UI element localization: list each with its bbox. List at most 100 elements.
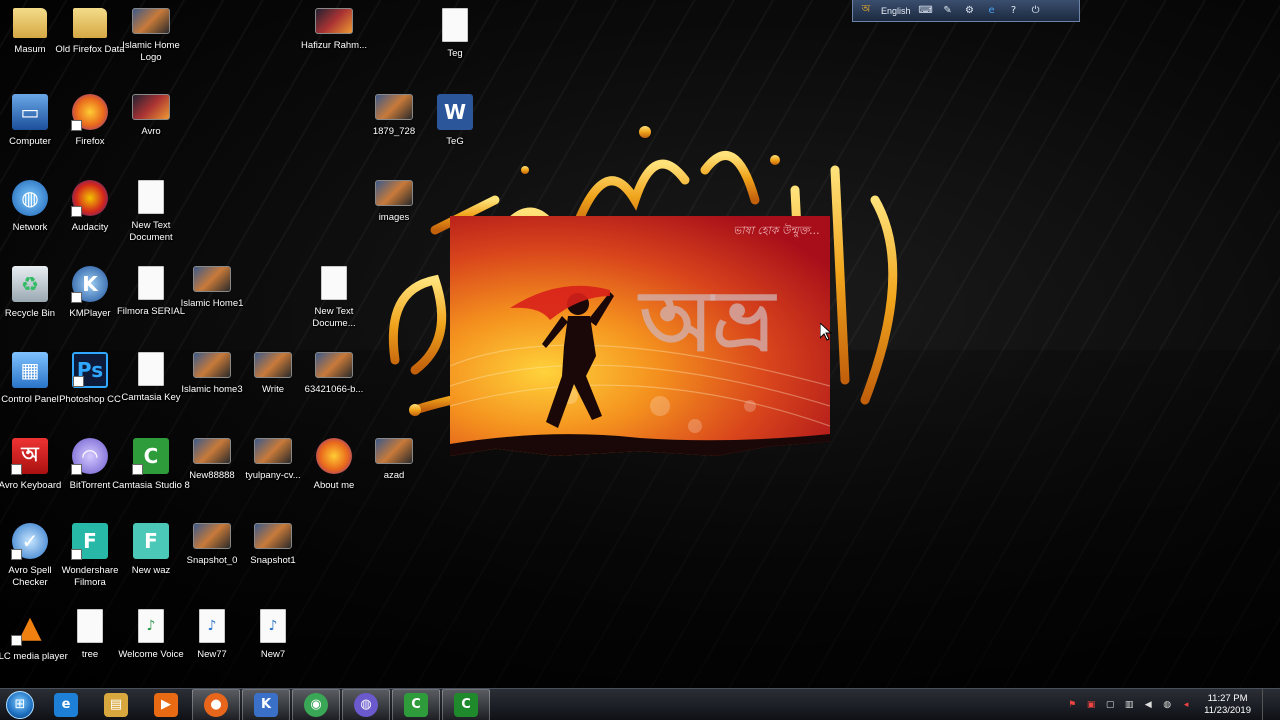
start-button[interactable]: ⊞ [0,689,40,720]
settings-icon[interactable]: ⚙ [963,4,977,18]
internet-explorer-icon[interactable]: e [985,4,999,18]
mouse-cursor [820,323,832,341]
desktop-icon-label: TeG [446,136,464,147]
desktop-icon-label: Islamic Home1 [180,298,244,309]
taskbar-firefox-button[interactable]: ● [192,688,240,720]
video-icon [132,94,170,120]
image-icon [193,523,231,549]
desktop-icon-label: Hafizur Rahm... [301,40,367,51]
desktop-icon[interactable]: Islamic Home Logo [114,4,188,88]
desktop-icon[interactable]: azad [357,434,431,518]
desktop-icon[interactable]: New Text Docume... [297,262,371,346]
bittorrent-icon: ◍ [354,692,378,717]
desktop-icon-label: Snapshot1 [250,555,296,566]
text-file-icon [321,266,347,300]
language-label[interactable]: English [881,6,911,16]
desktop-icon[interactable]: Snapshot1 [236,519,310,603]
taskbar-pinned-apps: e ▤ ▶ ● K ◉ ◍ C C [40,688,490,720]
clock-time: 11:27 PM [1207,693,1248,704]
filmora-doc-icon: F [133,523,169,559]
desktop-icon-label: Avro [141,126,161,137]
firefox-icon: ● [204,692,228,717]
avro-language-icon[interactable]: অ [859,4,873,18]
taskbar-bittorrent-button[interactable]: ◍ [342,688,390,720]
taskbar-camtasia-studio-button[interactable]: C [392,688,440,720]
image-icon [193,352,231,378]
taskbar-camtasia-recorder-button[interactable]: C [442,688,490,720]
media-player-icon: ▶ [154,692,178,717]
desktop-icon-label: Islamic Home Logo [122,40,180,63]
desktop-icon[interactable]: ♪ New7 [236,605,310,688]
globe-icon[interactable]: ◍ [1160,698,1174,712]
camtasia-icon: C [132,438,169,475]
text-file-icon [138,352,164,386]
image-icon [375,180,413,206]
image-icon [254,352,292,378]
desktop-icon[interactable]: images [357,176,431,260]
recycle-bin-icon: ♻ [12,266,48,302]
desktop-icon[interactable]: W TeG [418,90,492,174]
computer-icon: ▭ [12,94,48,130]
tray-window-icon[interactable]: ▢ [1103,698,1117,712]
avro-tray-icon[interactable]: ◂ [1179,698,1193,712]
avro-keyboard-icon: অ [11,438,48,475]
image-icon [375,94,413,120]
language-bar[interactable]: অ English ⌨ ✎ ⚙ e ? ⏻ [852,0,1080,22]
text-file-icon [77,609,103,643]
control-panel-icon: ▦ [12,352,48,388]
video-icon [315,8,353,34]
desktop-icon-label: New Text Document [129,220,173,243]
spellcheck-icon: ✓ [11,523,48,560]
desktop-icon[interactable]: New Text Document [114,176,188,260]
desktop: ভাষা হোক উন্মুক্ত... অভ্র Masum Old Firef… [0,0,1280,688]
desktop-icon-label: Teg [447,48,463,59]
camtasia-studio-icon: C [404,692,428,717]
filmora-icon: F [71,523,108,560]
tray-app-icon[interactable]: ▣ [1084,698,1098,712]
internet-explorer-icon: e [54,692,78,717]
taskbar-internet-explorer-button[interactable]: e [42,689,90,720]
vlc-icon: ▲ [11,609,48,646]
image-icon [254,438,292,464]
desktop-icon[interactable]: Islamic Home1 [175,262,249,346]
wav-file-icon: ♪ [199,609,225,643]
image-icon [193,266,231,292]
windows-logo-icon: ⊞ [6,690,34,719]
network-tray-icon[interactable]: ▥ [1122,698,1136,712]
folder-icon [73,8,107,38]
splash-tagline: ভাষা হোক উন্মুক্ত... [733,224,820,237]
avro-logo-text: অভ্র [640,272,775,370]
camtasia-recorder-icon: C [454,692,478,717]
text-file-icon [138,266,164,300]
power-icon[interactable]: ⏻ [1029,4,1043,18]
folder-icon [13,8,47,38]
clock-date: 11/23/2019 [1204,705,1251,716]
text-file-icon [442,8,468,42]
desktop-icon-label: New7 [260,649,286,660]
flag-icon[interactable]: ⚑ [1065,698,1079,712]
firefox-icon [71,94,108,131]
help-icon[interactable]: ? [1007,4,1021,18]
taskbar-media-player-button[interactable]: ▶ [142,689,190,720]
taskbar-file-explorer-button[interactable]: ▤ [92,689,140,720]
desktop-icon-label: New Text Docume... [312,306,356,329]
keyboard-icon[interactable]: ⌨ [918,4,932,18]
taskbar-chrome-button[interactable]: ◉ [292,688,340,720]
avro-splash-screen: ভাষা হোক উন্মুক্ত... অভ্র [450,216,830,456]
show-desktop-button[interactable] [1262,689,1272,720]
desktop-icon[interactable]: Avro [114,90,188,174]
system-tray: ⚑ ▣ ▢ ▥ ◀ ◍ ◂ 11:27 PM 11/23/2019 [1065,689,1280,720]
volume-icon[interactable]: ◀ [1141,698,1155,712]
desktop-icon[interactable]: Teg [418,4,492,88]
taskbar-kmplayer-button[interactable]: K [242,688,290,720]
bittorrent-icon: ◠ [71,438,108,475]
desktop-icon-label: azad [383,470,405,481]
audio-file-icon: ♪ [138,609,164,643]
desktop-icon[interactable]: 63421066-b... [297,348,371,432]
desktop-icon[interactable]: Hafizur Rahm... [297,4,371,88]
image-icon [375,438,413,464]
image-icon [315,352,353,378]
clock[interactable]: 11:27 PM 11/23/2019 [1204,693,1251,717]
pen-icon[interactable]: ✎ [941,4,955,18]
kmplayer-icon: K [254,692,278,717]
